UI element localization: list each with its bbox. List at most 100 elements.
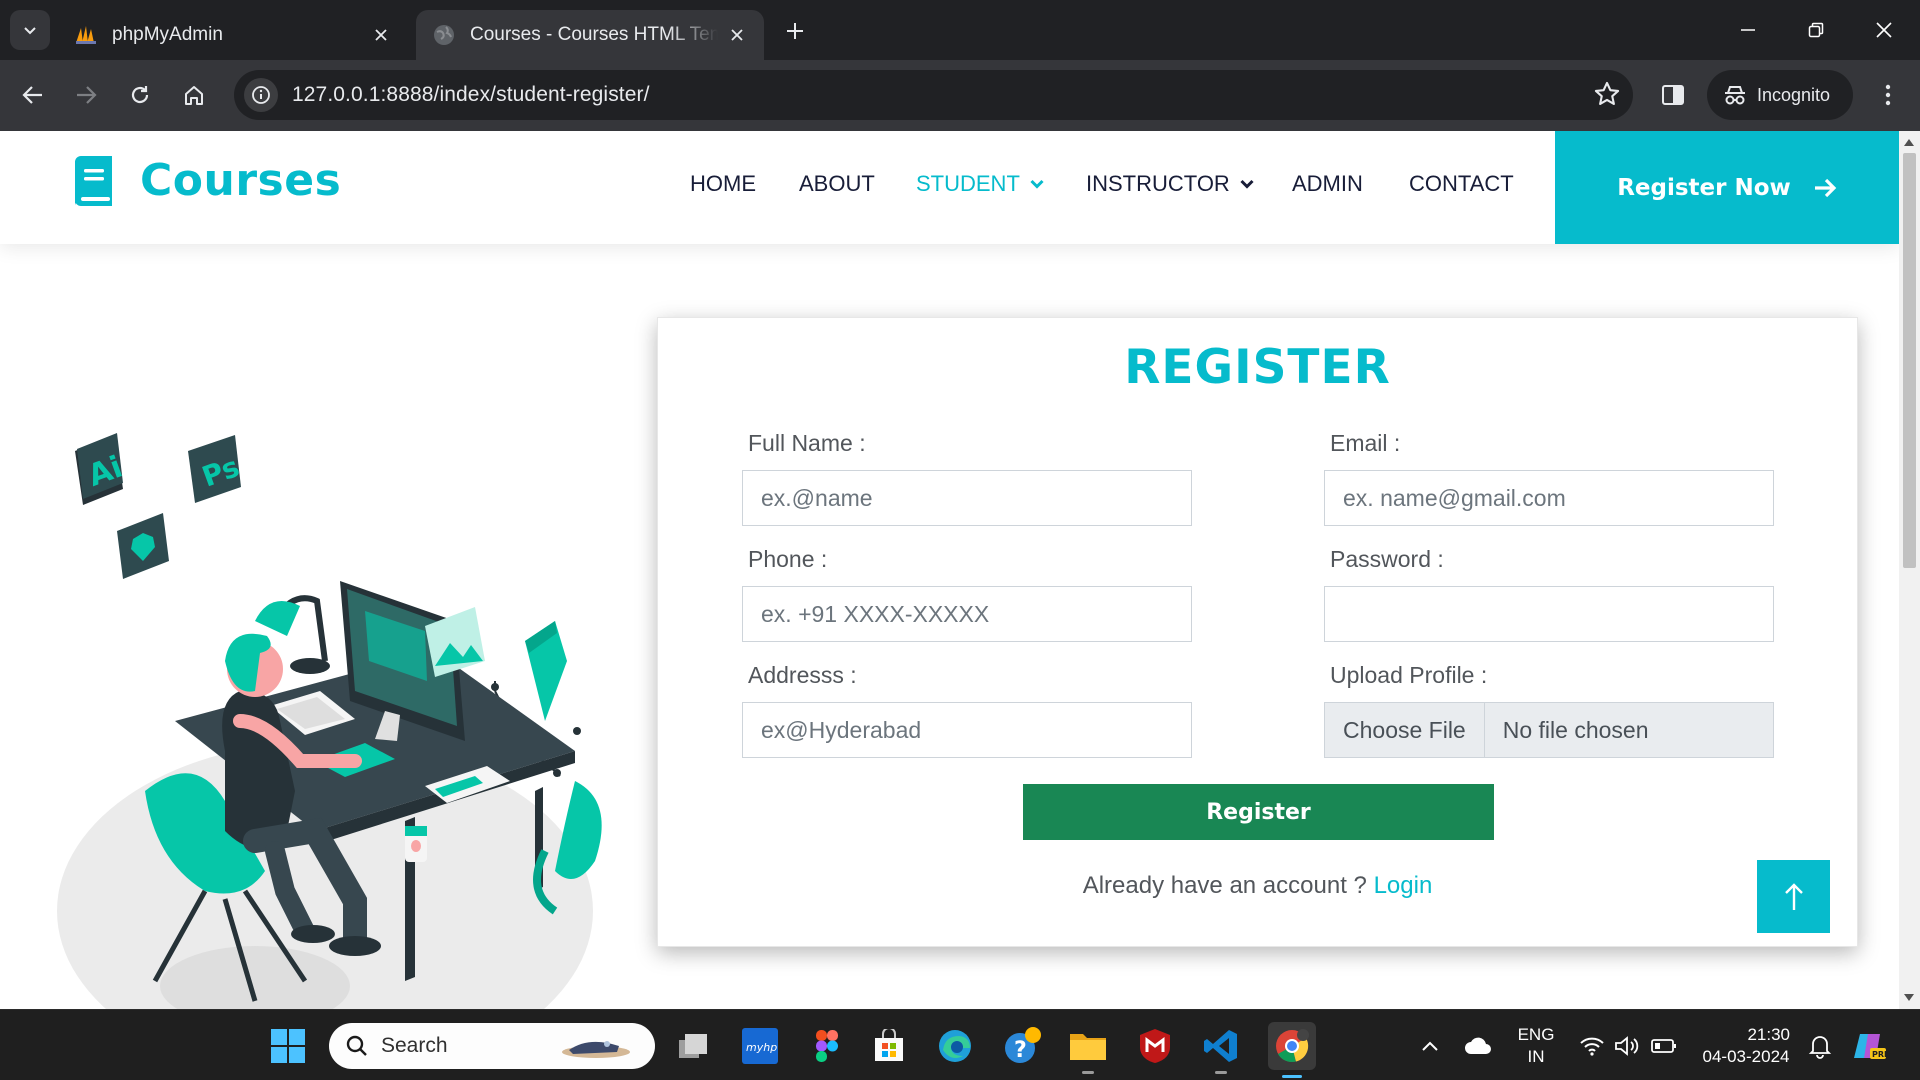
forward-button[interactable] [68,77,104,113]
file-status-text: No file chosen [1502,716,1649,743]
side-panel-button[interactable] [1655,77,1691,113]
nav-student[interactable]: STUDENT [916,171,1044,197]
nav-about[interactable]: ABOUT [799,171,875,197]
choose-file-button[interactable]: Choose File [1325,703,1485,757]
register-submit-button[interactable]: Register [1023,784,1494,840]
incognito-indicator[interactable]: Incognito [1707,70,1853,120]
email-input[interactable] [1324,470,1774,526]
nav-home[interactable]: HOME [690,171,756,197]
reload-button[interactable] [122,77,158,113]
password-input[interactable] [1324,586,1774,642]
new-tab-button[interactable] [780,16,810,46]
bookmark-star-button[interactable] [1593,80,1621,108]
back-button[interactable] [15,77,51,113]
region-code: IN [1527,1047,1545,1066]
tab-phpmyadmin[interactable]: phpMyAdmin [58,10,408,60]
svg-text:myhp: myhp [746,1041,777,1054]
register-now-button[interactable]: Register Now [1555,131,1899,244]
home-icon [185,86,203,105]
copilot-icon: PRE [1854,1034,1888,1059]
more-vertical-icon [1885,84,1891,106]
register-form-card: REGISTER Full Name : Email : Phone : Pas… [657,317,1858,947]
minimize-button[interactable] [1730,12,1766,48]
brand-logo[interactable]: Courses [71,155,341,206]
arrow-left-icon [22,86,42,104]
nav-admin[interactable]: ADMIN [1292,171,1363,197]
ps-app-icon: Ps [188,435,244,503]
copilot-button[interactable]: PRE [1850,1026,1890,1066]
edge-app[interactable] [935,1026,975,1066]
login-link[interactable]: Login [1374,872,1433,899]
network-tray[interactable] [1572,1026,1612,1066]
help-icon: ? [1005,1027,1041,1063]
arrow-up-icon [1784,882,1803,910]
close-tab-icon[interactable] [726,24,748,46]
close-tab-icon[interactable] [370,24,392,46]
star-icon [1594,81,1620,105]
phpmyadmin-logo-icon [76,26,96,44]
restore-button[interactable] [1798,12,1834,48]
chrome-app[interactable] [1268,1022,1316,1078]
onedrive-tray[interactable] [1458,1026,1498,1066]
nav-label: STUDENT [916,171,1020,196]
login-prompt: Already have an account ? Login [658,872,1857,900]
close-window-button[interactable] [1866,12,1902,48]
password-label: Password : [1330,546,1444,572]
get-help-app[interactable]: ? [1002,1026,1042,1066]
phone-input[interactable] [742,586,1192,642]
full-name-input[interactable] [742,470,1192,526]
arrow-right-icon [1814,178,1837,197]
taskbar-search-box[interactable]: Search [329,1023,655,1069]
vscode-app[interactable] [1201,1026,1241,1074]
page-viewport: Courses HOME ABOUT STUDENT INSTRUCTOR AD… [0,131,1899,1009]
svg-text:?: ? [1014,1038,1027,1063]
address-input[interactable] [742,702,1192,758]
nav-label: ABOUT [799,171,875,196]
wifi-icon [1580,1037,1604,1056]
minimize-icon [1741,29,1755,31]
upload-profile-label: Upload Profile : [1330,662,1488,688]
scroll-down-arrow-icon[interactable] [1904,994,1914,1001]
home-button[interactable] [176,77,212,113]
mcafee-app[interactable] [1135,1026,1175,1066]
tab-search-button[interactable] [10,10,50,50]
show-hidden-icons-button[interactable] [1410,1026,1450,1066]
microsoft-store-app[interactable] [869,1026,909,1066]
scrollbar-thumb[interactable] [1903,153,1916,568]
site-info-button[interactable] [244,78,278,112]
browser-menu-button[interactable] [1870,77,1906,113]
restore-icon [1808,22,1824,38]
chevron-up-icon [1422,1041,1438,1051]
nav-instructor[interactable]: INSTRUCTOR [1086,171,1254,197]
notifications-button[interactable] [1800,1026,1840,1066]
login-prompt-text: Already have an account ? [1082,872,1367,899]
search-placeholder: Search [381,1034,448,1057]
battery-tray[interactable] [1644,1026,1684,1066]
running-indicator [1082,1071,1094,1074]
designer-at-desk-illustration: Ai Ps [57,433,602,1009]
back-to-top-button[interactable] [1757,860,1830,933]
url-text[interactable]: 127.0.0.1:8888/index/student-register/ [292,83,650,107]
tab-courses[interactable]: Courses - Courses HTML Template [416,10,764,60]
figma-app[interactable] [807,1026,847,1066]
task-view-button[interactable] [673,1026,713,1066]
file-explorer-app[interactable] [1068,1026,1108,1074]
start-button[interactable] [268,1026,308,1066]
close-icon [1876,22,1892,38]
profile-file-input[interactable]: Choose File No file chosen [1324,702,1774,758]
chevron-down-icon [1240,179,1254,189]
incognito-icon [1725,86,1745,105]
site-navbar: Courses HOME ABOUT STUDENT INSTRUCTOR AD… [0,131,1899,244]
store-icon [875,1029,903,1061]
cloud-icon [1465,1037,1491,1054]
nav-contact[interactable]: CONTACT [1409,171,1514,197]
volume-tray[interactable] [1607,1026,1647,1066]
nav-label: CONTACT [1409,171,1514,196]
scroll-up-arrow-icon[interactable] [1904,139,1914,146]
page-scrollbar[interactable] [1899,131,1920,1009]
myhp-app[interactable]: myhp [740,1026,780,1066]
language-indicator[interactable]: ENG IN [1516,1024,1556,1068]
email-label: Email : [1330,430,1401,456]
clock[interactable]: 21:30 04-03-2024 [1696,1024,1796,1068]
address-bar[interactable]: 127.0.0.1:8888/index/student-register/ [234,70,1633,120]
